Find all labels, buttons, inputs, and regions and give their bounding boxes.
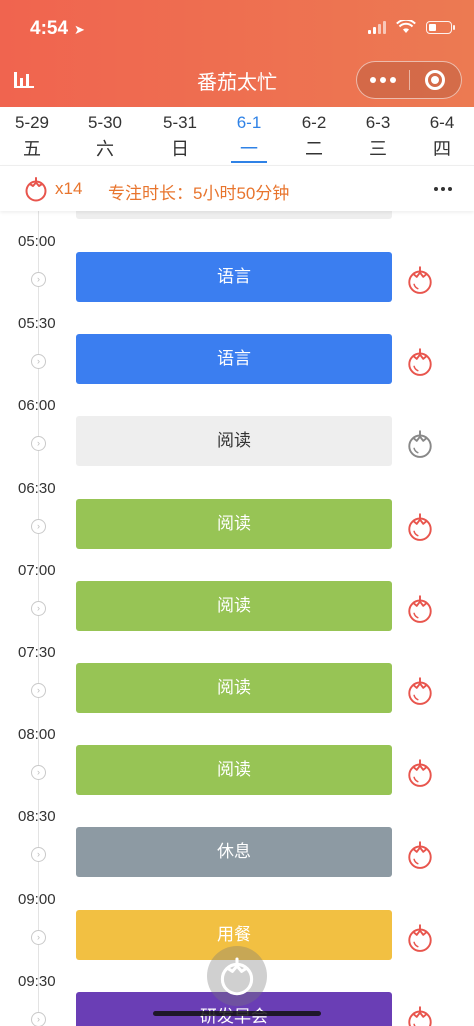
focus-duration: 专注时长：5小时50分钟 (108, 184, 290, 203)
day-date: 6-3 (365, 113, 391, 132)
tomato-icon[interactable] (406, 428, 434, 459)
slot-time: 08:00 (18, 726, 56, 744)
tomato-icon (220, 957, 254, 996)
slot-time: 09:00 (18, 890, 56, 908)
previous-block-partial[interactable] (76, 211, 392, 219)
tomato-icon[interactable] (406, 346, 434, 377)
signal-icon (368, 20, 386, 34)
chevron-right-icon[interactable]: › (31, 436, 46, 452)
day-tab-5-30[interactable]: 5-30 六 (73, 107, 137, 165)
status-icons (368, 20, 455, 34)
slot-time: 06:30 (18, 479, 56, 497)
day-tab-6-4[interactable]: 6-4 四 (410, 107, 474, 165)
schedule-block[interactable]: 语言 (76, 334, 392, 385)
close-button[interactable] (409, 62, 461, 98)
day-tab-6-2[interactable]: 6-2 二 (282, 107, 346, 165)
day-date: 5-29 (14, 113, 50, 132)
tomato-icon[interactable] (406, 922, 434, 952)
chevron-right-icon[interactable]: › (31, 354, 46, 370)
slot-time: 05:00 (18, 233, 56, 250)
location-arrow-icon: ➤ (74, 22, 85, 37)
day-date: 5-31 (162, 113, 198, 132)
slot-time: 06:00 (18, 397, 56, 415)
chevron-right-icon[interactable]: › (31, 765, 46, 781)
day-date: 6-2 (301, 113, 327, 132)
day-weekday: 四 (433, 139, 451, 159)
start-focus-button[interactable] (207, 946, 267, 1006)
day-tab-6-1[interactable]: 6-1 一 (217, 107, 281, 165)
tomato-icon[interactable] (406, 1004, 434, 1026)
focus-summary: x14 专注时长：5小时50分钟 (0, 165, 474, 211)
day-weekday: 二 (305, 139, 323, 159)
tomato-icon[interactable] (406, 757, 434, 788)
status-time: 4:54 ➤ (30, 18, 85, 40)
day-weekday: 一 (240, 139, 258, 159)
wifi-icon (396, 20, 416, 33)
slot-time: 07:00 (18, 561, 56, 579)
schedule-block[interactable]: 休息 (76, 827, 392, 878)
slot-time: 08:30 (18, 808, 56, 826)
slot-time: 05:30 (18, 315, 56, 333)
more-button[interactable] (357, 62, 409, 98)
day-weekday: 六 (96, 139, 114, 159)
chevron-right-icon[interactable]: › (31, 272, 46, 287)
active-tab-indicator (231, 161, 267, 163)
chevron-right-icon[interactable]: › (31, 847, 46, 863)
schedule-block[interactable]: 阅读 (76, 580, 392, 631)
tomato-icon (25, 177, 47, 202)
schedule-block[interactable]: 语言 (76, 252, 392, 302)
battery-icon (426, 20, 455, 34)
tomato-count: x14 (55, 179, 83, 198)
chevron-right-icon[interactable]: › (31, 929, 46, 945)
day-tab-6-3[interactable]: 6-3 三 (346, 107, 410, 165)
day-weekday: 五 (23, 139, 41, 159)
day-tab-5-29[interactable]: 5-29 五 (0, 107, 64, 165)
tomato-icon[interactable] (406, 264, 434, 294)
schedule-block[interactable]: 阅读 (76, 663, 392, 713)
schedule-block[interactable]: 阅读 (76, 745, 392, 796)
tomato-icon[interactable] (406, 511, 434, 541)
schedule-block[interactable]: 阅读 (76, 416, 392, 467)
summary-more-button[interactable] (434, 187, 452, 191)
day-date: 6-4 (429, 113, 455, 132)
day-weekday: 日 (171, 139, 189, 159)
home-indicator (153, 1011, 321, 1016)
slot-time: 07:30 (18, 644, 56, 661)
tomato-icon[interactable] (406, 675, 434, 705)
mini-program-capsule (356, 61, 462, 99)
day-weekday: 三 (369, 139, 387, 159)
status-time-text: 4:54 (30, 18, 69, 39)
more-dots-icon (369, 77, 396, 83)
day-date: 6-1 (236, 113, 262, 132)
chevron-right-icon[interactable]: › (31, 1011, 46, 1026)
target-circle-icon (425, 70, 446, 90)
day-tabs: 5-29 五 5-30 六 5-31 日 6-1 一 6-2 二 6-3 三 6… (0, 107, 474, 165)
chevron-right-icon[interactable]: › (31, 600, 46, 616)
day-date: 5-30 (87, 113, 123, 132)
schedule-timeline[interactable]: 05:00 › 语言 05:30 › 语言 06:00 › 阅读 06:30 › 阅读 07:00 › 阅读… (0, 211, 474, 1026)
schedule-block[interactable]: 阅读 (76, 498, 392, 549)
day-tab-5-31[interactable]: 5-31 日 (148, 107, 212, 165)
slot-time: 09:30 (18, 972, 56, 990)
tomato-icon[interactable] (406, 593, 434, 623)
app-header: 4:54 ➤ 番茄太忙 (0, 0, 474, 107)
chevron-right-icon[interactable]: › (31, 683, 46, 698)
tomato-icon[interactable] (406, 839, 434, 870)
chevron-right-icon[interactable]: › (31, 518, 46, 534)
